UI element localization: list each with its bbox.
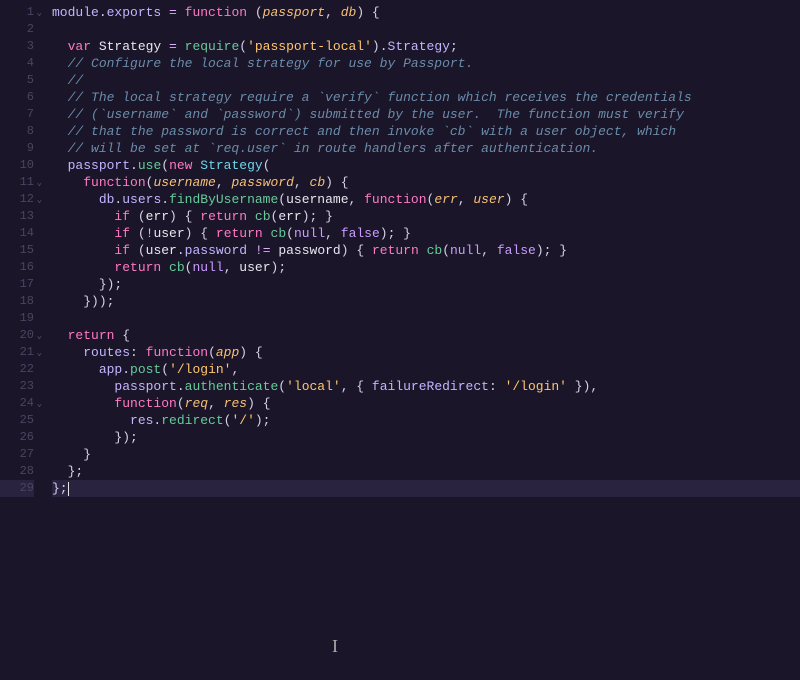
code-line[interactable]: if (!user) { return cb(null, false); } (52, 225, 800, 242)
code-line-comment[interactable]: // will be set at `req.user` in route ha… (52, 140, 800, 157)
code-line[interactable]: routes: function(app) { (52, 344, 800, 361)
code-line[interactable]: passport.authenticate('local', { failure… (52, 378, 800, 395)
line-number: 4 (0, 55, 34, 72)
code-line[interactable]: }); (52, 276, 800, 293)
code-line-comment[interactable]: // The local strategy require a `verify`… (52, 89, 800, 106)
code-line[interactable]: var Strategy = require('passport-local')… (52, 38, 800, 55)
code-line[interactable]: }); (52, 429, 800, 446)
line-number: 29 (0, 480, 34, 497)
line-number: 17 (0, 276, 34, 293)
line-number-gutter: 1⌄234567891011⌄12⌄1314151617181920⌄21⌄22… (0, 0, 42, 680)
line-number: 14 (0, 225, 34, 242)
line-number: 19 (0, 310, 34, 327)
code-line[interactable]: function(username, password, cb) { (52, 174, 800, 191)
line-number: 21⌄ (0, 344, 34, 361)
code-line[interactable]: return cb(null, user); (52, 259, 800, 276)
code-line[interactable]: }; (52, 463, 800, 480)
line-number: 25 (0, 412, 34, 429)
line-number: 5 (0, 72, 34, 89)
code-line[interactable]: app.post('/login', (52, 361, 800, 378)
line-number: 20⌄ (0, 327, 34, 344)
code-line[interactable]: db.users.findByUsername(username, functi… (52, 191, 800, 208)
line-number: 13 (0, 208, 34, 225)
line-number: 27 (0, 446, 34, 463)
code-line[interactable] (52, 21, 800, 38)
code-line[interactable] (52, 310, 800, 327)
line-number: 16 (0, 259, 34, 276)
code-line[interactable]: if (err) { return cb(err); } (52, 208, 800, 225)
code-line[interactable]: passport.use(new Strategy( (52, 157, 800, 174)
line-number: 24⌄ (0, 395, 34, 412)
code-line-comment[interactable]: // that the password is correct and then… (52, 123, 800, 140)
line-number: 12⌄ (0, 191, 34, 208)
line-number: 23 (0, 378, 34, 395)
line-number: 2 (0, 21, 34, 38)
code-line[interactable]: return { (52, 327, 800, 344)
line-number: 22 (0, 361, 34, 378)
line-number: 6 (0, 89, 34, 106)
line-number: 18 (0, 293, 34, 310)
line-number: 7 (0, 106, 34, 123)
code-editor[interactable]: 1⌄234567891011⌄12⌄1314151617181920⌄21⌄22… (0, 0, 800, 680)
line-number: 9 (0, 140, 34, 157)
line-number: 11⌄ (0, 174, 34, 191)
line-number: 15 (0, 242, 34, 259)
line-number: 8 (0, 123, 34, 140)
code-line[interactable]: })); (52, 293, 800, 310)
line-number: 10 (0, 157, 34, 174)
code-line[interactable]: module.exports = function (passport, db)… (52, 4, 800, 21)
line-number: 28 (0, 463, 34, 480)
line-number: 3 (0, 38, 34, 55)
text-cursor (68, 482, 69, 496)
code-line[interactable]: if (user.password != password) { return … (52, 242, 800, 259)
code-area[interactable]: module.exports = function (passport, db)… (42, 0, 800, 680)
code-line-comment[interactable]: // (`username` and `password`) submitted… (52, 106, 800, 123)
mouse-cursor-icon: I (332, 636, 338, 657)
code-line[interactable]: function(req, res) { (52, 395, 800, 412)
line-number: 1⌄ (0, 4, 34, 21)
code-line-comment[interactable]: // (52, 72, 800, 89)
code-line-active[interactable]: }; (52, 480, 800, 497)
line-number: 26 (0, 429, 34, 446)
code-line-comment[interactable]: // Configure the local strategy for use … (52, 55, 800, 72)
code-line[interactable]: } (52, 446, 800, 463)
code-line[interactable]: res.redirect('/'); (52, 412, 800, 429)
